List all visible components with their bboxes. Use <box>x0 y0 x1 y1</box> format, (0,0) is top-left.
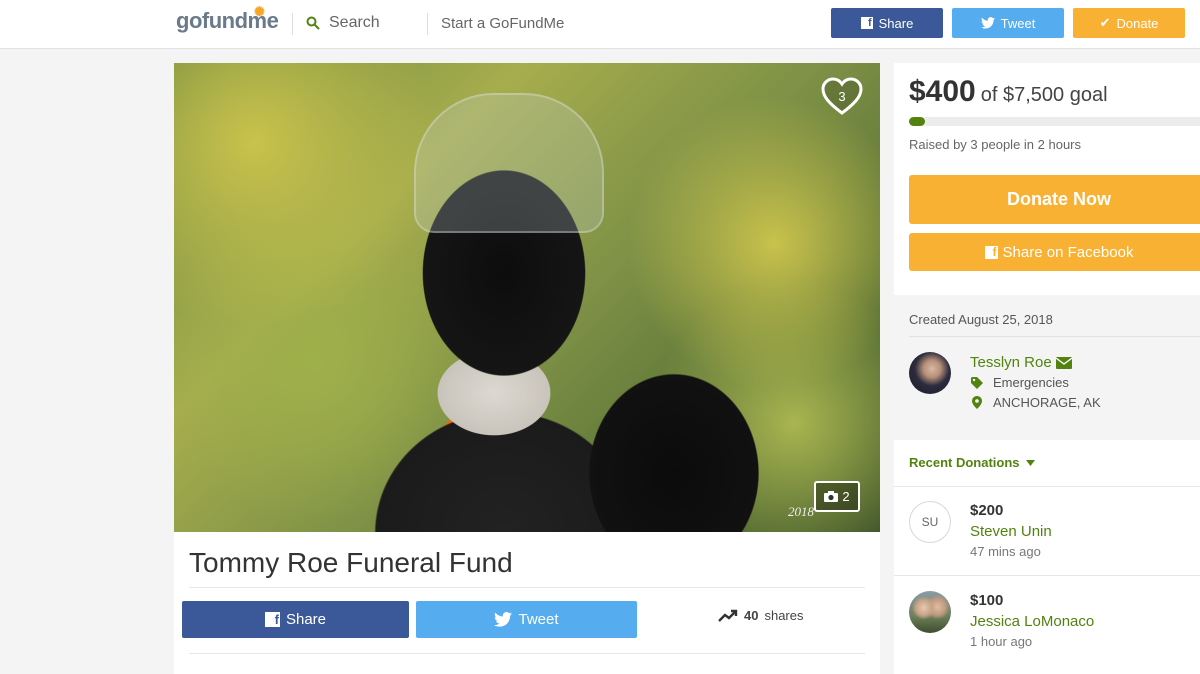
photo-gallery-button[interactable]: 2 <box>814 481 860 512</box>
divider <box>894 575 1200 576</box>
donor-avatar <box>909 591 951 633</box>
donor-name: Steven Unin <box>970 523 1052 540</box>
facebook-icon: f <box>984 245 998 259</box>
heart-button[interactable]: 3 <box>820 75 864 119</box>
donation-progress-card: $400 of $7,500 goal Raised by 3 people i… <box>894 63 1200 295</box>
photo-detail <box>414 93 604 233</box>
organizer-name: Tesslyn Roe <box>970 354 1052 371</box>
progress-fill <box>909 117 925 126</box>
recent-donations-panel: Recent Donations SU $200 Steven Unin 47 … <box>894 440 1200 674</box>
divider <box>427 13 428 35</box>
organizer-location: ANCHORAGE, AK <box>970 395 1101 410</box>
amount-raised: $400 of $7,500 goal <box>909 75 1108 109</box>
header-tweet-button[interactable]: Tweet <box>952 8 1064 38</box>
raised-by-text: Raised by 3 people in 2 hours <box>909 137 1082 152</box>
category-label: Emergencies <box>993 375 1069 390</box>
donor-name: Jessica LoMonaco <box>970 613 1095 630</box>
map-pin-icon <box>970 396 983 409</box>
donation-time: 47 mins ago <box>970 544 1041 559</box>
facebook-icon: f <box>860 17 873 29</box>
top-navigation: gofundme ✺ Search Start a GoFundMe f Sha… <box>0 0 1200 49</box>
header-donate-button[interactable]: ✔ Donate <box>1073 8 1185 38</box>
campaign-photo[interactable]: 2018 3 2 <box>174 63 880 532</box>
divider <box>909 336 1200 337</box>
created-date: Created August 25, 2018 <box>909 312 1053 327</box>
divider <box>189 587 865 588</box>
twitter-icon <box>494 612 513 627</box>
envelope-icon[interactable] <box>1055 356 1072 369</box>
raised-amount: $400 <box>909 75 976 108</box>
donor-avatar: SU <box>909 501 951 543</box>
organizer-category[interactable]: Emergencies <box>970 375 1069 390</box>
divider <box>189 653 865 654</box>
campaign-card: 2018 3 2 Tommy Roe Funeral Fund f Share … <box>174 63 880 674</box>
shares-label: shares <box>764 608 804 623</box>
facebook-icon: f <box>264 612 280 627</box>
header-donate-label: Donate <box>1116 15 1159 31</box>
divider <box>292 13 293 35</box>
gofundme-logo[interactable]: gofundme ✺ <box>176 4 279 34</box>
donation-amount: $100 <box>970 592 1004 609</box>
tweet-label: Tweet <box>518 611 559 628</box>
location-label: ANCHORAGE, AK <box>993 395 1101 410</box>
shares-number: 40 <box>744 608 759 623</box>
donation-time: 1 hour ago <box>970 634 1033 649</box>
organizer-name-link[interactable]: Tesslyn Roe <box>970 354 1072 371</box>
twitter-icon <box>980 17 995 29</box>
tweet-button[interactable]: Tweet <box>416 601 637 638</box>
campaign-title: Tommy Roe Funeral Fund <box>189 547 513 578</box>
donate-now-button[interactable]: Donate Now <box>909 175 1200 224</box>
start-gofundme-link[interactable]: Start a GoFundMe <box>441 15 564 32</box>
photo-year: 2018 <box>788 504 814 519</box>
goal-text: of $7,500 goal <box>980 84 1108 106</box>
share-on-facebook-button[interactable]: f Share on Facebook <box>909 233 1200 271</box>
logo-burst-icon: ✺ <box>254 4 265 19</box>
search-button[interactable]: Search <box>306 14 380 32</box>
heart-count: 3 <box>838 88 846 104</box>
search-label: Search <box>329 14 380 31</box>
donation-amount: $200 <box>970 502 1004 519</box>
header-share-label: Share <box>878 15 914 31</box>
divider <box>894 486 1200 487</box>
search-icon <box>306 16 320 30</box>
shares-count: 40 shares <box>718 608 804 623</box>
photo-count: 2 <box>842 489 850 504</box>
trending-icon <box>718 609 738 622</box>
share-button[interactable]: f Share <box>182 601 409 638</box>
share-label: Share <box>285 611 327 628</box>
header-tweet-label: Tweet <box>1000 15 1036 31</box>
progress-bar <box>909 117 1200 126</box>
check-icon: ✔ <box>1099 15 1111 30</box>
organizer-avatar[interactable] <box>909 352 951 394</box>
recent-donations-heading: Recent Donations <box>909 455 1020 470</box>
recent-donations-dropdown[interactable]: Recent Donations <box>909 455 1035 470</box>
header-share-button[interactable]: f Share <box>831 8 943 38</box>
tag-icon <box>970 376 983 389</box>
share-on-facebook-label: Share on Facebook <box>1002 243 1134 261</box>
camera-icon <box>824 491 839 502</box>
caret-down-icon <box>1025 459 1035 466</box>
